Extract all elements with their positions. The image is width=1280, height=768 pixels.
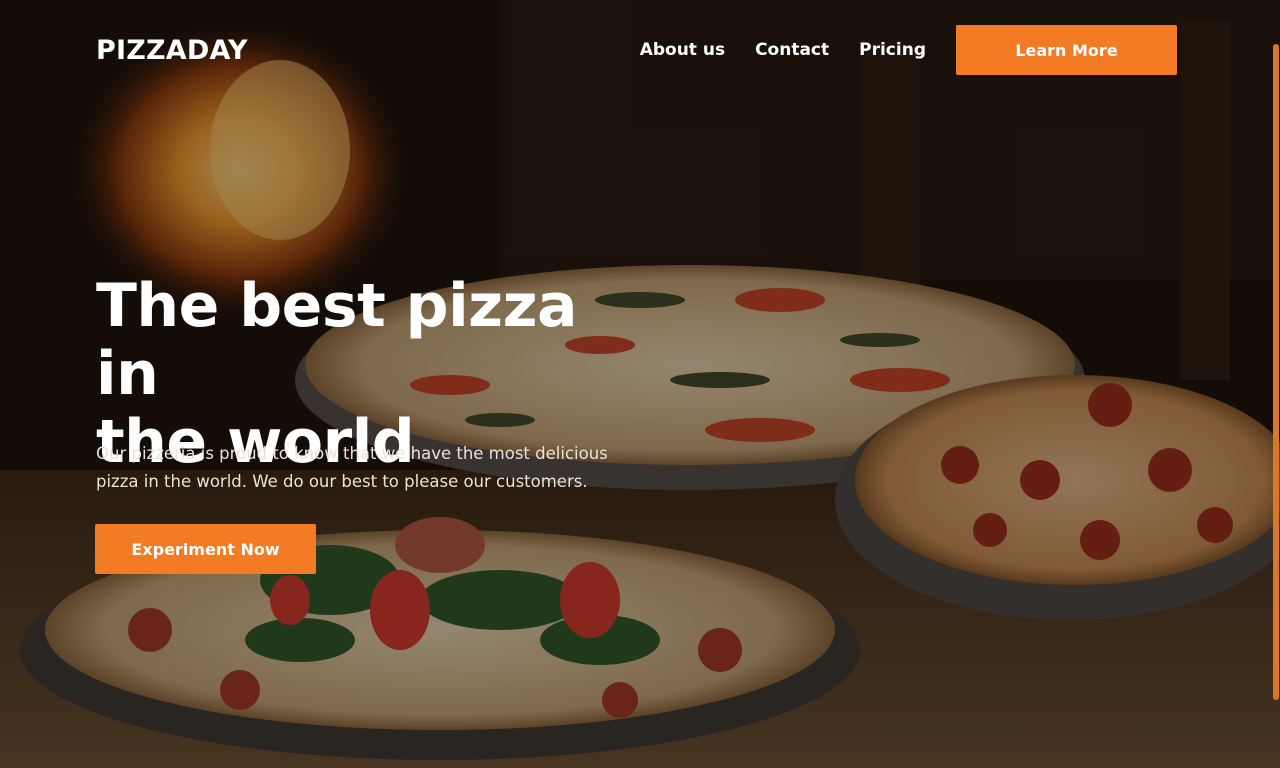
hero-title-line-1: The best pizza in <box>96 271 578 409</box>
hero-subtitle-line-2: pizza in the world. We do our best to pl… <box>96 472 588 491</box>
nav-link-about-us[interactable]: About us <box>640 40 725 60</box>
hero-subtitle-line-1: Our pizzeria is proud to know that we ha… <box>96 444 608 463</box>
hero-section: PIZZADAY About us Contact Pricing Learn … <box>0 0 1280 768</box>
main-menu: About us Contact Pricing Learn More <box>640 25 1177 75</box>
vertical-scrollbar[interactable] <box>1272 0 1280 768</box>
hero-subtitle: Our pizzeria is proud to know that we ha… <box>96 440 616 496</box>
scrollbar-thumb[interactable] <box>1273 44 1279 700</box>
nav-link-contact[interactable]: Contact <box>755 40 829 60</box>
nav-link-pricing[interactable]: Pricing <box>859 40 926 60</box>
experiment-now-button[interactable]: Experiment Now <box>95 524 316 574</box>
site-logo[interactable]: PIZZADAY <box>96 35 248 66</box>
top-navbar: PIZZADAY About us Contact Pricing Learn … <box>96 25 1177 75</box>
learn-more-button[interactable]: Learn More <box>956 25 1177 75</box>
